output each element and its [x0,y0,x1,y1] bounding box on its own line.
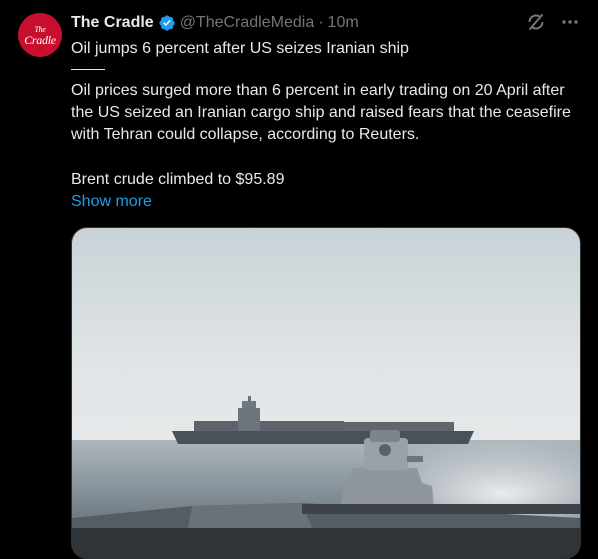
divider-rule [71,69,105,70]
tweet-body-paragraph: Oil prices surged more than 6 percent in… [71,82,571,143]
tweet-header: The Cradle @TheCradleMedia · 10m [71,12,359,34]
tweet-headline: Oil jumps 6 percent after US seizes Iran… [71,40,409,57]
timestamp[interactable]: 10m [328,14,359,32]
tweet-actions-top [526,12,580,32]
show-more-link[interactable]: Show more [71,191,152,213]
separator-dot: · [318,14,324,31]
tweet-brent-line: Brent crude climbed to $95.89 [71,171,285,188]
more-icon[interactable] [560,12,580,32]
tweet-media-image[interactable] [71,227,581,559]
verified-badge-icon[interactable] [158,14,176,32]
grok-icon[interactable] [526,12,546,32]
display-name[interactable]: The Cradle [71,14,154,32]
tweet-body: Oil prices surged more than 6 percent in… [71,80,586,146]
handle[interactable]: @TheCradleMedia [180,14,315,32]
cargo-ship-photo [72,228,580,558]
avatar[interactable]: The Cradle [18,13,62,57]
avatar-logo: The Cradle [24,25,56,47]
